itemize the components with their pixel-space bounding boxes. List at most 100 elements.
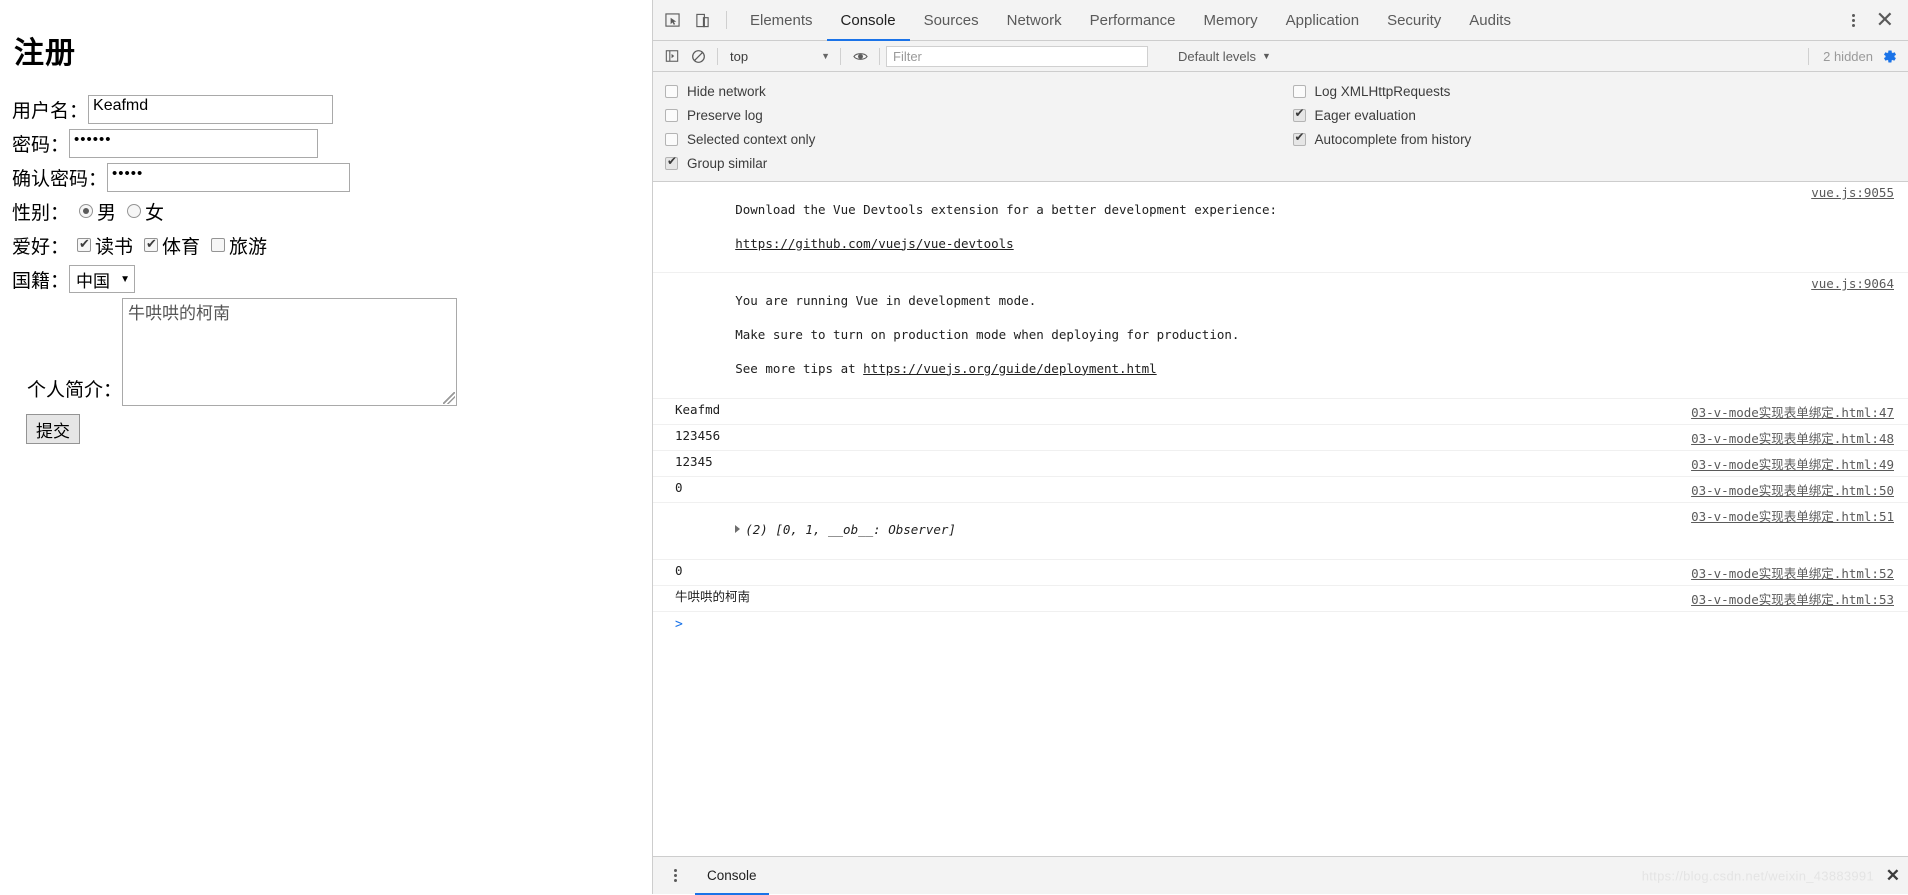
setting-group-similar[interactable]: Group similar [653, 151, 1281, 175]
console-message-source[interactable]: 03-v-mode实现表单绑定.html:47 [1677, 402, 1908, 421]
page-title: 注册 [14, 28, 652, 72]
console-message[interactable]: Keafmd 03-v-mode实现表单绑定.html:47 [653, 399, 1908, 425]
setting-selected-context-only-label: Selected context only [687, 132, 815, 147]
console-filter-bar: top ▼ Filter Default levels ▼ 2 hidden [653, 41, 1908, 72]
confirm-password-input[interactable]: ••••• [107, 163, 350, 192]
setting-log-xhr[interactable]: Log XMLHttpRequests [1281, 79, 1908, 103]
tab-security[interactable]: Security [1373, 0, 1455, 41]
console-message-source[interactable]: vue.js:9055 [1797, 185, 1908, 200]
username-row: 用户名： Keafmd [12, 94, 652, 124]
tab-elements[interactable]: Elements [736, 0, 827, 41]
drawer-close-icon[interactable]: ✕ [1886, 866, 1900, 886]
setting-group-similar-label: Group similar [687, 156, 767, 171]
tab-network[interactable]: Network [993, 0, 1076, 41]
expand-arrow-icon[interactable] [735, 525, 740, 533]
gender-option-female[interactable]: 女 [127, 198, 175, 225]
tab-audits[interactable]: Audits [1455, 0, 1525, 41]
console-message[interactable]: You are running Vue in development mode.… [653, 273, 1908, 398]
setting-selected-context-only[interactable]: Selected context only [653, 127, 1281, 151]
console-message[interactable]: Download the Vue Devtools extension for … [653, 182, 1908, 273]
chevron-down-icon: ▼ [821, 51, 830, 61]
hobby-option-sports[interactable]: 体育 [144, 232, 211, 259]
device-toolbar-icon[interactable] [687, 5, 717, 35]
console-message-link[interactable]: https://github.com/vuejs/vue-devtools [735, 236, 1013, 251]
checkbox-icon[interactable] [144, 238, 158, 252]
hobby-option-reading[interactable]: 读书 [77, 232, 144, 259]
console-message-source[interactable]: 03-v-mode实现表单绑定.html:49 [1677, 454, 1908, 473]
console-message-list[interactable]: Download the Vue Devtools extension for … [653, 182, 1908, 856]
hobby-option-travel[interactable]: 旅游 [211, 232, 278, 259]
checkbox-icon[interactable] [1293, 85, 1306, 98]
live-expression-icon[interactable] [847, 43, 873, 69]
console-message-text: 12345 [675, 454, 1677, 471]
setting-eager-evaluation-label: Eager evaluation [1315, 108, 1416, 123]
checkbox-icon[interactable] [1293, 109, 1306, 122]
console-message[interactable]: 0 03-v-mode实现表单绑定.html:50 [653, 477, 1908, 503]
radio-icon[interactable] [79, 204, 93, 218]
settings-gear-icon[interactable] [1881, 48, 1898, 65]
checkbox-icon[interactable] [211, 238, 225, 252]
tab-sources[interactable]: Sources [910, 0, 993, 41]
console-prompt[interactable]: > [653, 612, 1908, 637]
username-input[interactable]: Keafmd [88, 95, 333, 124]
setting-preserve-log[interactable]: Preserve log [653, 103, 1281, 127]
console-message-source[interactable]: 03-v-mode实现表单绑定.html:48 [1677, 428, 1908, 447]
tab-console[interactable]: Console [827, 0, 910, 41]
setting-autocomplete-history[interactable]: Autocomplete from history [1281, 127, 1908, 151]
confirm-password-row: 确认密码： ••••• [12, 162, 652, 192]
hobby-option-sports-label: 体育 [162, 232, 200, 259]
console-message[interactable]: 0 03-v-mode实现表单绑定.html:52 [653, 560, 1908, 586]
submit-button[interactable]: 提交 [26, 414, 80, 444]
console-message-body: You are running Vue in development mode.… [675, 276, 1797, 394]
checkbox-icon[interactable] [665, 109, 678, 122]
setting-eager-evaluation[interactable]: Eager evaluation [1281, 103, 1908, 127]
setting-log-xhr-label: Log XMLHttpRequests [1315, 84, 1451, 99]
console-message[interactable]: (2) [0, 1, __ob__: Observer] 03-v-mode实现… [653, 503, 1908, 561]
checkbox-icon[interactable] [77, 238, 91, 252]
setting-hide-network[interactable]: Hide network [653, 79, 1281, 103]
console-message-text: 0 [675, 563, 1677, 580]
nationality-select[interactable]: 中国 ▼ [69, 265, 135, 293]
checkbox-icon[interactable] [1293, 133, 1306, 146]
filter-input[interactable]: Filter [886, 46, 1148, 67]
console-message-source[interactable]: 03-v-mode实现表单绑定.html:53 [1677, 589, 1908, 608]
console-message-source[interactable]: vue.js:9064 [1797, 276, 1908, 291]
drawer-tab-console[interactable]: Console [695, 857, 769, 895]
checkbox-icon[interactable] [665, 85, 678, 98]
password-input[interactable]: •••••• [69, 129, 318, 158]
console-message-source[interactable]: 03-v-mode实现表单绑定.html:52 [1677, 563, 1908, 582]
console-message-link[interactable]: https://vuejs.org/guide/deployment.html [863, 361, 1157, 376]
console-settings-right-column: Log XMLHttpRequests Eager evaluation Aut… [1281, 79, 1908, 175]
username-label: 用户名： [12, 96, 88, 123]
gender-option-male[interactable]: 男 [79, 198, 127, 225]
more-options-icon[interactable] [1840, 6, 1868, 34]
console-message-source[interactable]: 03-v-mode实现表单绑定.html:50 [1677, 480, 1908, 499]
checkbox-icon[interactable] [665, 157, 678, 170]
toolbar-divider [726, 11, 727, 29]
console-message[interactable]: 12345 03-v-mode实现表单绑定.html:49 [653, 451, 1908, 477]
bio-textarea[interactable]: 牛哄哄的柯南 [122, 298, 457, 406]
execution-context-select[interactable]: top ▼ [724, 46, 834, 67]
checkbox-icon[interactable] [665, 133, 678, 146]
tab-performance[interactable]: Performance [1076, 0, 1190, 41]
console-message-text: You are running Vue in development mode. [735, 293, 1036, 308]
tab-application[interactable]: Application [1272, 0, 1373, 41]
inspect-element-icon[interactable] [657, 5, 687, 35]
hidden-messages-count: 2 hidden [1823, 49, 1873, 64]
web-page-pane: 注册 用户名： Keafmd 密码： •••••• 确认密码： ••••• 性别… [0, 0, 652, 894]
clear-console-icon[interactable] [685, 43, 711, 69]
setting-hide-network-label: Hide network [687, 84, 766, 99]
drawer-more-options-icon[interactable] [661, 862, 689, 890]
hobby-row: 爱好： 读书 体育 旅游 [12, 230, 652, 260]
tab-memory[interactable]: Memory [1190, 0, 1272, 41]
console-message[interactable]: 牛哄哄的柯南 03-v-mode实现表单绑定.html:53 [653, 586, 1908, 612]
console-message[interactable]: 123456 03-v-mode实现表单绑定.html:48 [653, 425, 1908, 451]
filterbar-divider [879, 48, 880, 65]
console-message-source[interactable]: 03-v-mode实现表单绑定.html:51 [1677, 506, 1908, 525]
radio-icon[interactable] [127, 204, 141, 218]
log-levels-select[interactable]: Default levels ▼ [1170, 49, 1279, 64]
setting-preserve-log-label: Preserve log [687, 108, 763, 123]
console-sidebar-icon[interactable] [659, 43, 685, 69]
close-devtools-icon[interactable]: ✕ [1868, 9, 1902, 31]
nationality-select-value: 中国 [76, 267, 110, 292]
